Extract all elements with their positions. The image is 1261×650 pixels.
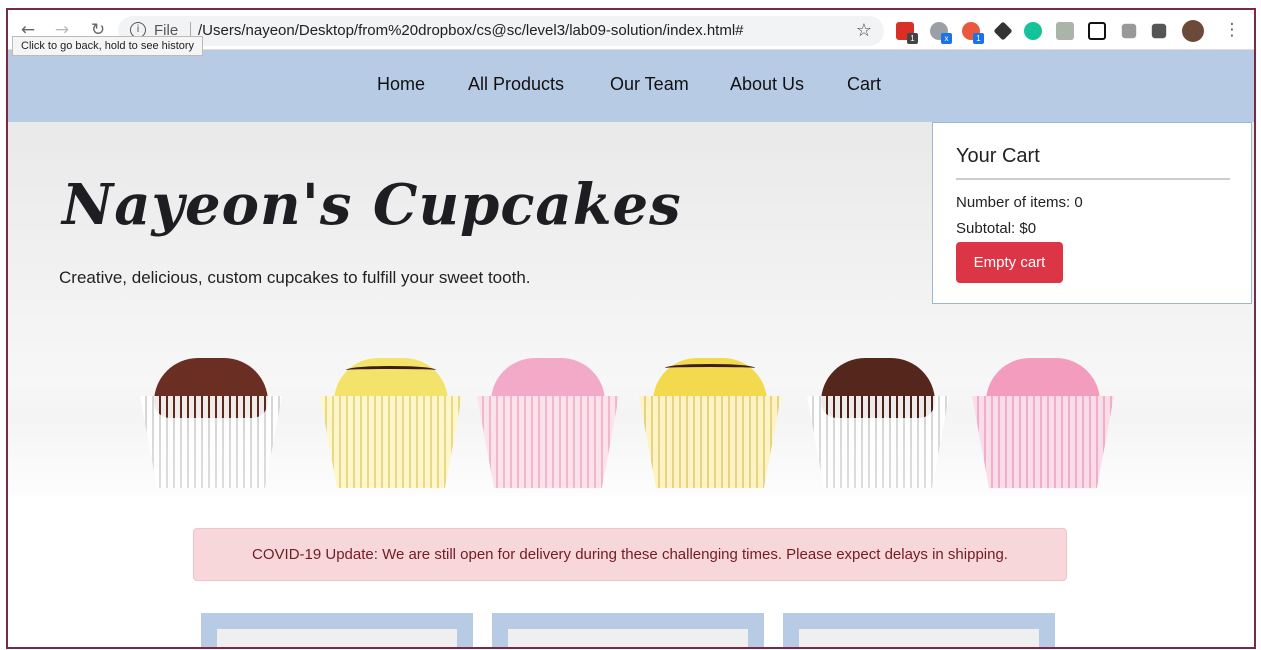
cupcake-image bbox=[473, 358, 623, 490]
extension-gray-icon[interactable]: x bbox=[930, 22, 952, 44]
grammarly-icon[interactable] bbox=[1024, 22, 1042, 40]
hero-title: Nayeon's Cupcakes bbox=[62, 172, 682, 238]
browser-window: ← → ↻ i File /Users/nayeon/Desktop/from%… bbox=[6, 8, 1256, 649]
url-text[interactable]: /Users/nayeon/Desktop/from%20dropbox/cs@… bbox=[198, 22, 744, 39]
subtotal-label: Subtotal: bbox=[956, 220, 1016, 237]
product-image bbox=[217, 629, 457, 647]
extension-target-icon[interactable]: 1 bbox=[962, 22, 984, 44]
product-card[interactable] bbox=[783, 613, 1055, 647]
cupcake-image bbox=[316, 358, 466, 490]
hero-tagline: Creative, delicious, custom cupcakes to … bbox=[59, 268, 531, 287]
extension-photo-icon[interactable] bbox=[1056, 22, 1074, 40]
camera-icon[interactable] bbox=[1121, 23, 1137, 39]
extension-red-icon[interactable]: 1 bbox=[896, 22, 918, 44]
nav-all-products[interactable]: All Products bbox=[468, 74, 564, 95]
cart-panel: Your Cart Number of items: 0 Subtotal: $… bbox=[932, 122, 1252, 304]
browser-toolbar: ← → ↻ i File /Users/nayeon/Desktop/from%… bbox=[8, 10, 1254, 56]
puzzle-icon[interactable] bbox=[1151, 23, 1167, 39]
empty-cart-button[interactable]: Empty cart bbox=[956, 242, 1063, 283]
address-bar[interactable]: i File /Users/nayeon/Desktop/from%20drop… bbox=[118, 16, 884, 46]
cart-subtotal: Subtotal: $0 bbox=[956, 220, 1036, 237]
menu-kebab-icon[interactable]: ⋮ bbox=[1220, 19, 1244, 43]
product-card[interactable] bbox=[492, 613, 764, 647]
nav-our-team[interactable]: Our Team bbox=[610, 74, 689, 95]
cart-divider bbox=[956, 178, 1230, 180]
product-image bbox=[508, 629, 748, 647]
back-button-tooltip: Click to go back, hold to see history bbox=[12, 36, 204, 56]
cart-title: Your Cart bbox=[956, 145, 1040, 167]
nav-cart[interactable]: Cart bbox=[847, 74, 881, 95]
bookmark-star-icon[interactable]: ☆ bbox=[856, 20, 872, 41]
profile-avatar[interactable] bbox=[1182, 20, 1204, 42]
nav-about-us[interactable]: About Us bbox=[730, 74, 804, 95]
cupcake-image bbox=[968, 358, 1118, 490]
site-navbar: Home All Products Our Team About Us Cart bbox=[8, 50, 1254, 122]
product-image bbox=[799, 629, 1039, 647]
covid-alert: COVID-19 Update: We are still open for d… bbox=[193, 528, 1067, 581]
extension-layers-icon[interactable] bbox=[993, 21, 1013, 41]
cupcake-image bbox=[136, 358, 286, 490]
product-card[interactable] bbox=[201, 613, 473, 647]
subtotal-value: $0 bbox=[1019, 220, 1037, 237]
cart-item-count: Number of items: 0 bbox=[956, 194, 1083, 211]
cupcake-image bbox=[803, 358, 953, 490]
cupcake-image bbox=[635, 358, 785, 490]
notion-icon[interactable] bbox=[1088, 22, 1106, 40]
nav-home[interactable]: Home bbox=[377, 74, 425, 95]
